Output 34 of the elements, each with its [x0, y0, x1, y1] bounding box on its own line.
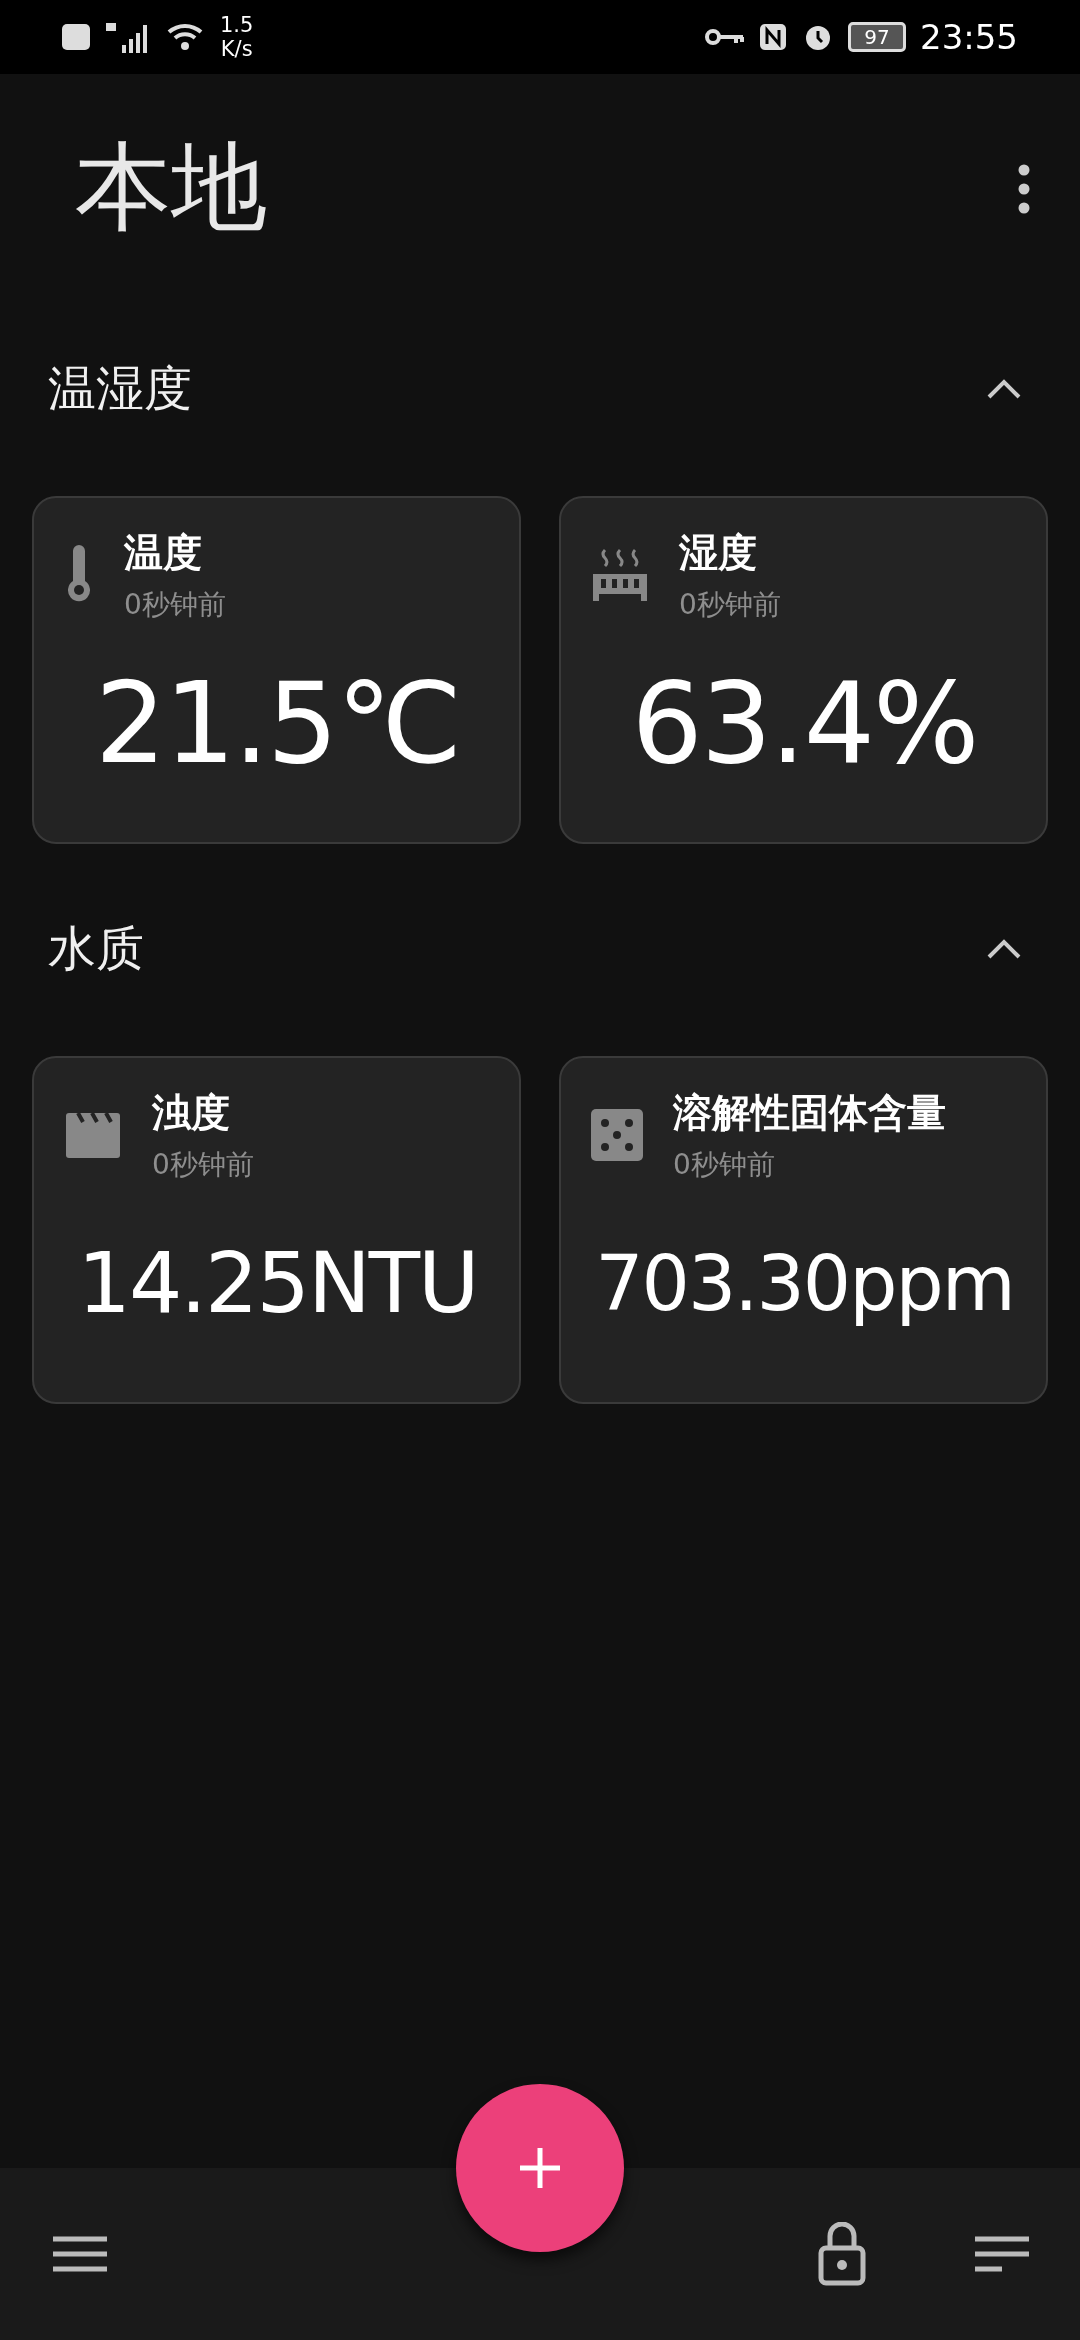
sensor-value: 63.4%: [631, 658, 978, 788]
dice-icon: [591, 1109, 643, 1161]
updated-time: 0秒钟前: [679, 587, 781, 623]
sensor-value: 14.25NTU: [77, 1234, 478, 1332]
heater-icon: [591, 548, 649, 602]
clock-time: 23:55: [920, 17, 1018, 57]
plus-icon[interactable]: [518, 2146, 562, 2190]
updated-time: 0秒钟前: [152, 1147, 254, 1183]
page-title: 本地: [75, 130, 267, 245]
lock-button[interactable]: [818, 2222, 866, 2286]
sensor-name: 浊度: [152, 1089, 231, 1137]
sensor-card[interactable]: 溶解性固体含量 0秒钟前 703.30ppm: [559, 1056, 1048, 1404]
sensor-name: 湿度: [679, 529, 758, 577]
menu-button[interactable]: [52, 2236, 108, 2272]
network-speed: 1.5 K/s: [220, 13, 254, 61]
clapper-icon: [64, 1112, 122, 1158]
updated-time: 0秒钟前: [124, 587, 226, 623]
sensor-card[interactable]: 温度 0秒钟前 21.5℃: [32, 496, 521, 844]
sensor-name: 溶解性固体含量: [673, 1089, 946, 1137]
sensor-card[interactable]: 浊度 0秒钟前 14.25NTU: [32, 1056, 521, 1404]
battery-level: 97: [848, 22, 906, 52]
sensor-card[interactable]: 湿度 0秒钟前 63.4%: [559, 496, 1048, 844]
chevron-up-icon[interactable]: [986, 938, 1022, 960]
nfc-icon: [758, 22, 788, 52]
sensor-name: 温度: [124, 529, 203, 577]
updated-time: 0秒钟前: [673, 1147, 776, 1183]
more-vertical-icon[interactable]: [1018, 164, 1030, 214]
sort-button[interactable]: [974, 2236, 1030, 2272]
section-title: 温湿度: [48, 359, 192, 418]
chevron-up-icon[interactable]: [986, 378, 1022, 400]
sensor-value: 703.30ppm: [595, 1238, 1014, 1328]
section-title: 水质: [48, 919, 144, 978]
key-icon: [704, 27, 744, 47]
sensor-value: 21.5℃: [94, 658, 461, 788]
